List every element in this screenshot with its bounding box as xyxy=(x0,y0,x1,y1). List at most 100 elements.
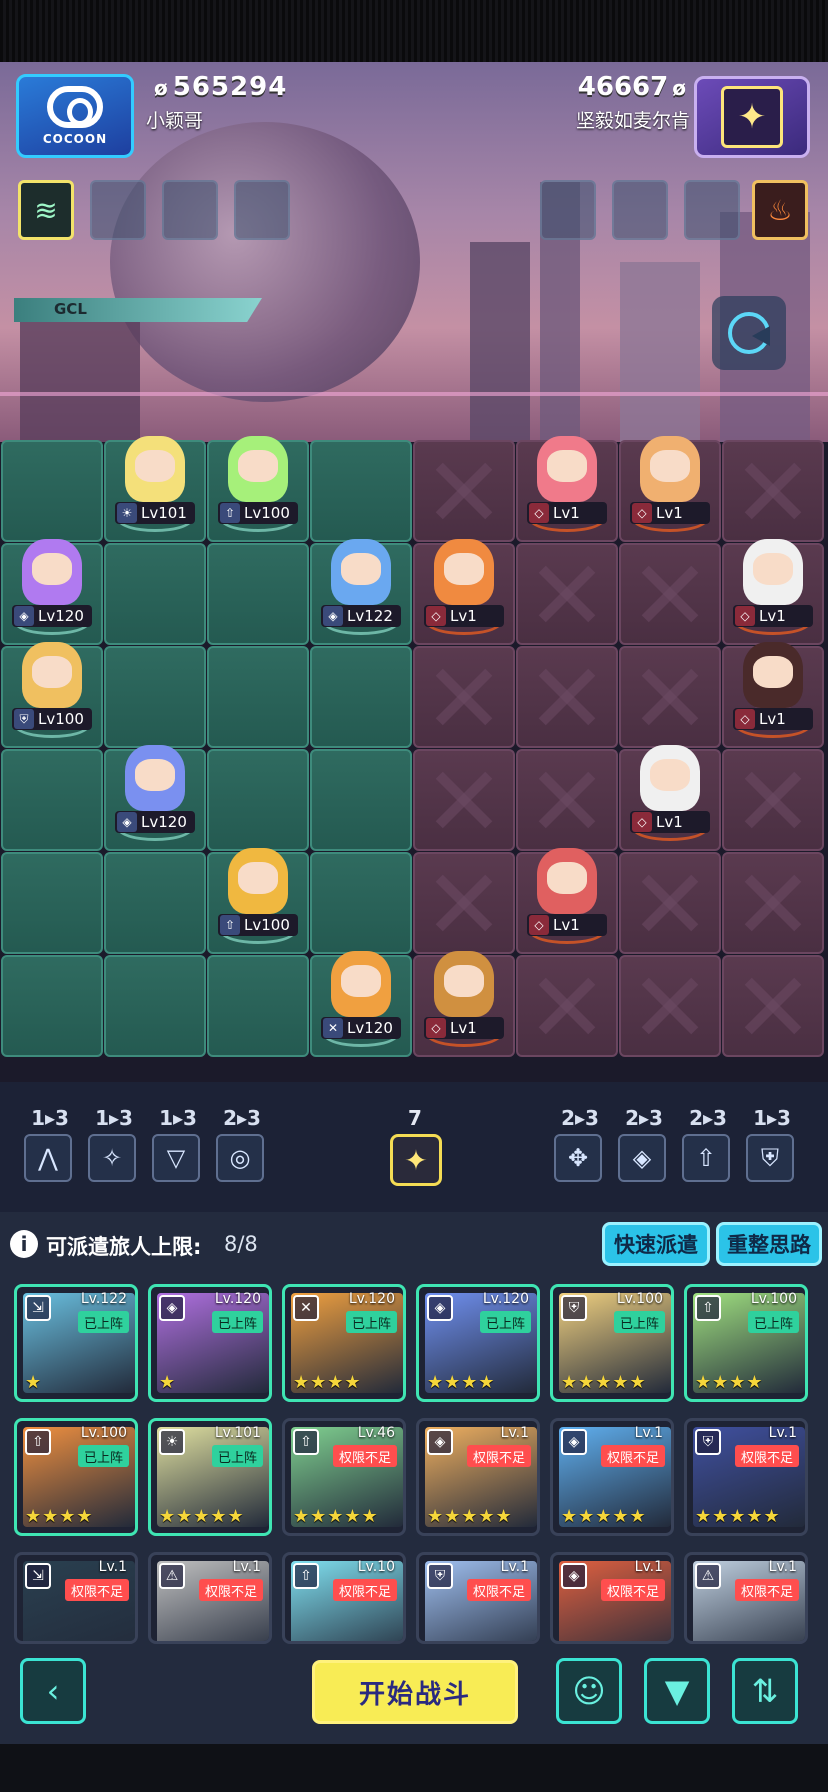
enemy-tile[interactable] xyxy=(722,440,824,542)
ally-tile[interactable] xyxy=(207,749,309,851)
traveler-card[interactable]: ⇧ Lv.100 已上阵 ★★★★ xyxy=(684,1284,808,1402)
enemy-tile[interactable] xyxy=(619,955,721,1057)
class-synergy-right-4[interactable]: 1▸3 ⛨ xyxy=(746,1106,798,1182)
enemy-tile[interactable] xyxy=(413,440,515,542)
enemy-unit[interactable]: ◇ Lv1 xyxy=(727,535,819,635)
traveler-card[interactable]: ◈ Lv.1 权限不足 ★★★★★ xyxy=(550,1418,674,1536)
info-icon[interactable]: i xyxy=(10,1230,38,1258)
enemy-tile[interactable] xyxy=(516,543,618,645)
traveler-card[interactable]: ⇲ Lv.122 已上阵 ★ xyxy=(14,1284,138,1402)
traveler-card[interactable]: ⇧ Lv.100 已上阵 ★★★★ xyxy=(14,1418,138,1536)
traveler-card[interactable]: ⛨ Lv.1 权限不足 xyxy=(416,1552,540,1644)
enemy-unit[interactable]: ◇ Lv1 xyxy=(727,638,819,738)
mini-game-button[interactable] xyxy=(712,296,786,370)
ally-synergy-slot[interactable] xyxy=(234,180,290,240)
filter-button[interactable]: ▼ xyxy=(644,1658,710,1724)
start-battle-button[interactable]: 开始战斗 xyxy=(312,1660,518,1724)
class-synergy-left-4[interactable]: 2▸3 ◎ xyxy=(216,1106,268,1182)
ally-tile[interactable] xyxy=(104,852,206,954)
center-sparkle-icon[interactable]: ✦ xyxy=(390,1134,442,1186)
traveler-card[interactable]: ⇲ Lv.1 权限不足 xyxy=(14,1552,138,1644)
enemy-tile[interactable] xyxy=(516,955,618,1057)
traveler-card[interactable]: ⚠ Lv.1 权限不足 xyxy=(684,1552,808,1644)
ally-synergy-slot[interactable] xyxy=(90,180,146,240)
enemy-tile[interactable] xyxy=(413,646,515,748)
traveler-card[interactable]: ◈ Lv.120 已上阵 ★★★★ xyxy=(416,1284,540,1402)
enemy-unit[interactable]: ◇ Lv1 xyxy=(624,432,716,532)
traveler-card[interactable]: ⚠ Lv.1 权限不足 xyxy=(148,1552,272,1644)
ally-tile[interactable] xyxy=(207,543,309,645)
ally-tile[interactable] xyxy=(310,749,412,851)
ally-unit[interactable]: ☀ Lv101 xyxy=(109,432,201,532)
ally-tile[interactable] xyxy=(207,955,309,1057)
traveler-card[interactable]: ◈ Lv.120 已上阵 ★ xyxy=(148,1284,272,1402)
enemy-tile[interactable] xyxy=(413,749,515,851)
ally-synergy-slot[interactable] xyxy=(162,180,218,240)
ally-tile[interactable] xyxy=(104,646,206,748)
ally-tile[interactable] xyxy=(1,852,103,954)
locked-tag: 权限不足 xyxy=(466,1579,531,1601)
ally-tile[interactable] xyxy=(104,955,206,1057)
enemy-unit[interactable]: ◇ Lv1 xyxy=(624,741,716,841)
class-synergy-left-2[interactable]: 1▸3 ✧ xyxy=(88,1106,140,1182)
class-synergy-right-2[interactable]: 2▸3 ◈ xyxy=(618,1106,670,1182)
traveler-card[interactable]: ✕ Lv.120 已上阵 ★★★★ xyxy=(282,1284,406,1402)
enemy-unit[interactable]: ◇ Lv1 xyxy=(418,947,510,1047)
ally-tile[interactable] xyxy=(310,646,412,748)
enemy-tile[interactable] xyxy=(619,646,721,748)
ally-tile[interactable] xyxy=(104,543,206,645)
traveler-card[interactable]: ⇧ Lv.10 权限不足 xyxy=(282,1552,406,1644)
back-button[interactable]: ‹ xyxy=(20,1658,86,1724)
enemy-tile[interactable] xyxy=(619,543,721,645)
unit-face xyxy=(650,759,690,791)
ally-unit[interactable]: ◈ Lv122 xyxy=(315,535,407,635)
traveler-card[interactable]: ⛨ Lv.1 权限不足 ★★★★★ xyxy=(684,1418,808,1536)
enemy-tile[interactable] xyxy=(516,646,618,748)
enemy-tile[interactable] xyxy=(722,749,824,851)
ally-unit[interactable]: ⇧ Lv100 xyxy=(212,432,304,532)
ally-tile[interactable] xyxy=(207,646,309,748)
ally-tile[interactable] xyxy=(310,852,412,954)
ally-unit[interactable]: ◈ Lv120 xyxy=(109,741,201,841)
traveler-card[interactable]: ⛨ Lv.100 已上阵 ★★★★★ xyxy=(550,1284,674,1402)
enemy-class-icon: ◇ xyxy=(529,915,549,935)
enemy-unit[interactable]: ◇ Lv1 xyxy=(521,432,613,532)
class-synergy-right-1[interactable]: 2▸3 ✥ xyxy=(554,1106,606,1182)
enemy-tile[interactable] xyxy=(722,852,824,954)
unit-face xyxy=(547,862,587,894)
enemy-unit[interactable]: ◇ Lv1 xyxy=(418,535,510,635)
traveler-card[interactable]: ◈ Lv.1 权限不足 xyxy=(550,1552,674,1644)
ally-unit[interactable]: ⛨ Lv100 xyxy=(6,638,98,738)
ally-synergy-slot-active[interactable]: ≋ xyxy=(18,180,74,240)
ally-unit[interactable]: ✕ Lv120 xyxy=(315,947,407,1047)
wave-icon: ≋ xyxy=(34,193,58,227)
traveler-card[interactable]: ☀ Lv.101 已上阵 ★★★★★ xyxy=(148,1418,272,1536)
enemy-synergy-slot[interactable] xyxy=(612,180,668,240)
unit-level-badge: ◇ Lv1 xyxy=(733,605,813,627)
ally-tile[interactable] xyxy=(1,749,103,851)
ally-unit[interactable]: ◈ Lv120 xyxy=(6,535,98,635)
traveler-card[interactable]: ◈ Lv.1 权限不足 ★★★★★ xyxy=(416,1418,540,1536)
class-synergy-right-3[interactable]: 2▸3 ⇧ xyxy=(682,1106,734,1182)
traveler-card[interactable]: ⇧ Lv.46 权限不足 ★★★★★ xyxy=(282,1418,406,1536)
enemy-tile[interactable] xyxy=(619,852,721,954)
enemy-synergy-slot[interactable] xyxy=(540,180,596,240)
ally-tile[interactable] xyxy=(310,440,412,542)
opponent-avatar-button[interactable]: ✦ xyxy=(694,76,810,158)
enemy-synergy-slot[interactable] xyxy=(684,180,740,240)
sort-button[interactable]: ⇅ xyxy=(732,1658,798,1724)
class-synergy-left-1[interactable]: 1▸3 ⋀ xyxy=(24,1106,76,1182)
ally-tile[interactable] xyxy=(1,440,103,542)
enemy-tile[interactable] xyxy=(413,852,515,954)
enemy-unit[interactable]: ◇ Lv1 xyxy=(521,844,613,944)
quick-dispatch-button[interactable]: 快速派遣 xyxy=(602,1222,710,1266)
brain-button[interactable]: ☺ xyxy=(556,1658,622,1724)
enemy-synergy-slot-active[interactable]: ♨ xyxy=(752,180,808,240)
ally-unit[interactable]: ⇧ Lv100 xyxy=(212,844,304,944)
cocoon-logo-button[interactable]: COCOON xyxy=(16,74,134,158)
enemy-tile[interactable] xyxy=(516,749,618,851)
class-synergy-left-3[interactable]: 1▸3 ▽ xyxy=(152,1106,204,1182)
rearrange-button[interactable]: 重整思路 xyxy=(716,1222,822,1266)
ally-tile[interactable] xyxy=(1,955,103,1057)
enemy-tile[interactable] xyxy=(722,955,824,1057)
